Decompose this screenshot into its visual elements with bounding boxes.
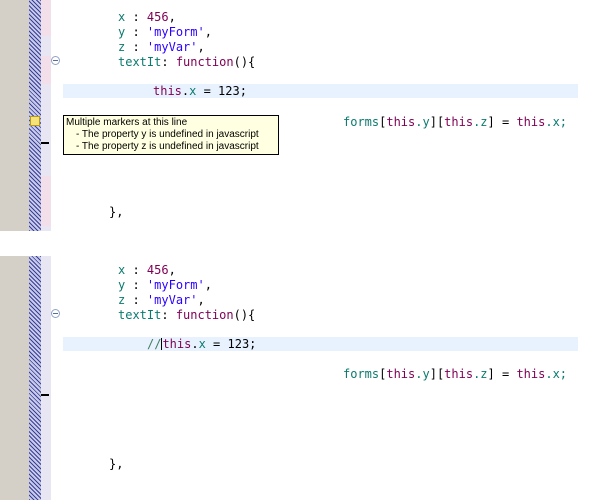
left-gutter-strip (0, 0, 29, 231)
overview-ruler[interactable] (29, 256, 41, 500)
error-marker-tick[interactable] (41, 394, 49, 396)
change-marker (41, 176, 51, 226)
code-line-forms[interactable]: forms[this.y][this.z] = this.x; (343, 115, 567, 130)
code-line-assign-commented[interactable]: //this.x = 123; (147, 337, 256, 352)
code-line-close[interactable]: }, (109, 457, 123, 472)
error-marker-tick[interactable] (41, 142, 49, 144)
fold-collapse-icon[interactable] (51, 309, 60, 318)
tooltip-title: Multiple markers at this line (66, 117, 188, 128)
code-line-forms[interactable]: forms[this.y][this.z] = this.x; (343, 367, 567, 382)
left-gutter-strip (0, 256, 29, 500)
code-line-x[interactable]: x : 456, (118, 10, 176, 25)
fold-collapse-icon[interactable] (51, 56, 60, 65)
warning-icon[interactable] (30, 116, 40, 126)
tooltip-item: - The property z is undefined in javascr… (76, 141, 259, 152)
annotation-ruler[interactable] (41, 256, 51, 500)
code-line-y[interactable]: y : 'myForm', (118, 25, 212, 40)
tooltip-item: - The property y is undefined in javascr… (76, 129, 259, 140)
current-line-highlight (63, 84, 578, 98)
editor-pane-top: x : 456, y : 'myForm', z : 'myVar', text… (0, 0, 595, 231)
editor-pane-bottom: x : 456, y : 'myForm', z : 'myVar', text… (0, 256, 595, 500)
current-line-highlight (63, 337, 578, 351)
code-line-function[interactable]: textIt: function(){ (118, 55, 255, 70)
code-line-x[interactable]: x : 456, (118, 263, 176, 278)
code-line-z[interactable]: z : 'myVar', (118, 293, 205, 308)
change-marker (41, 56, 51, 84)
code-line-assign[interactable]: this.x = 123; (153, 84, 247, 99)
change-marker (41, 0, 51, 36)
code-line-y[interactable]: y : 'myForm', (118, 278, 212, 293)
code-line-function[interactable]: textIt: function(){ (118, 308, 255, 323)
code-line-z[interactable]: z : 'myVar', (118, 40, 205, 55)
code-line-close[interactable]: }, (109, 205, 123, 220)
markers-tooltip: Multiple markers at this line - The prop… (63, 115, 279, 155)
